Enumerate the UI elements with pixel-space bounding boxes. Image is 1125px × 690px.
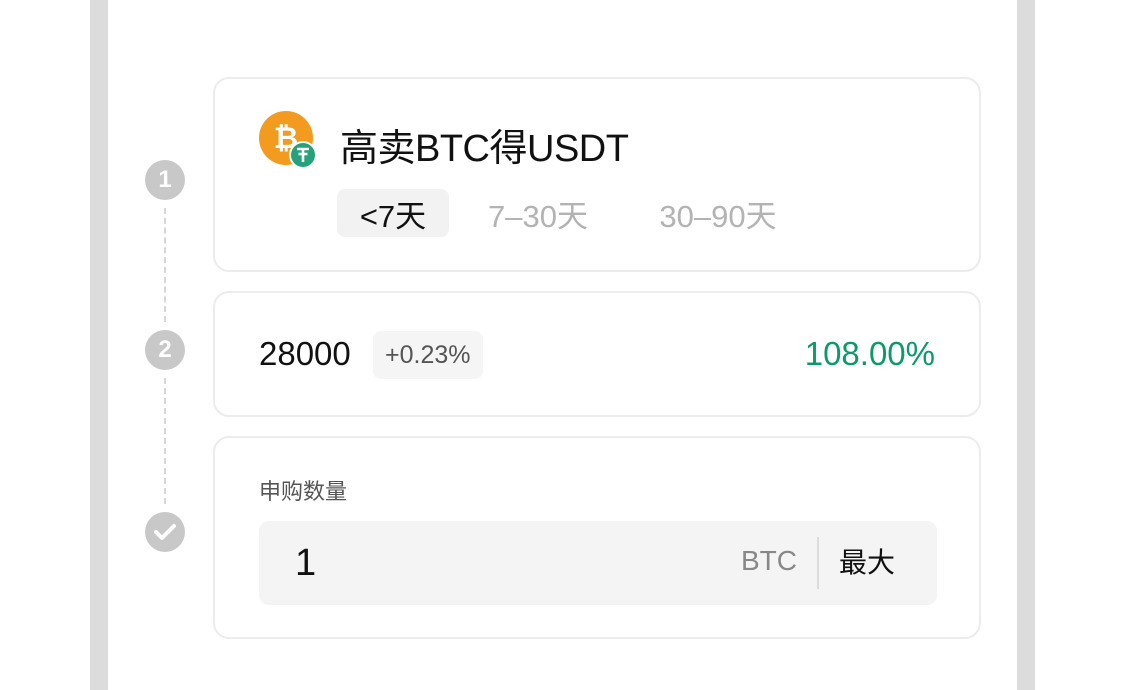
amount-input-box: BTC 最大 xyxy=(259,521,937,605)
step-indicator-2: 2 xyxy=(145,330,185,370)
max-button[interactable]: 最大 xyxy=(839,541,895,581)
input-divider xyxy=(817,537,819,589)
term-tab-lt-7d[interactable]: <7天 xyxy=(337,189,449,237)
amount-input[interactable] xyxy=(295,535,695,591)
term-tab-7-30d[interactable]: 7–30天 xyxy=(473,189,603,237)
term-tab-30-90d[interactable]: 30–90天 xyxy=(643,189,793,237)
target-price-card[interactable]: 28000 +0.23% 108.00% xyxy=(213,291,981,417)
apr-value: 108.00% xyxy=(804,335,935,372)
step-indicator-1: 1 xyxy=(145,160,185,200)
price-change-badge: +0.23% xyxy=(373,331,483,379)
amount-unit: BTC xyxy=(741,545,797,576)
product-card: ₿ 高卖BTC得USDT <7天 7–30天 30–90天 xyxy=(213,77,981,272)
btc-usdt-icon: ₿ xyxy=(259,111,317,169)
step-connector xyxy=(164,208,166,322)
amount-card: 申购数量 BTC 最大 xyxy=(213,436,981,639)
step-connector xyxy=(164,378,166,504)
target-price: 28000 xyxy=(259,335,351,372)
step-check-icon xyxy=(145,512,185,552)
frame-border-left xyxy=(90,0,108,690)
product-title: 高卖BTC得USDT xyxy=(340,128,629,170)
frame-border-right xyxy=(1017,0,1035,690)
amount-label: 申购数量 xyxy=(259,479,348,504)
